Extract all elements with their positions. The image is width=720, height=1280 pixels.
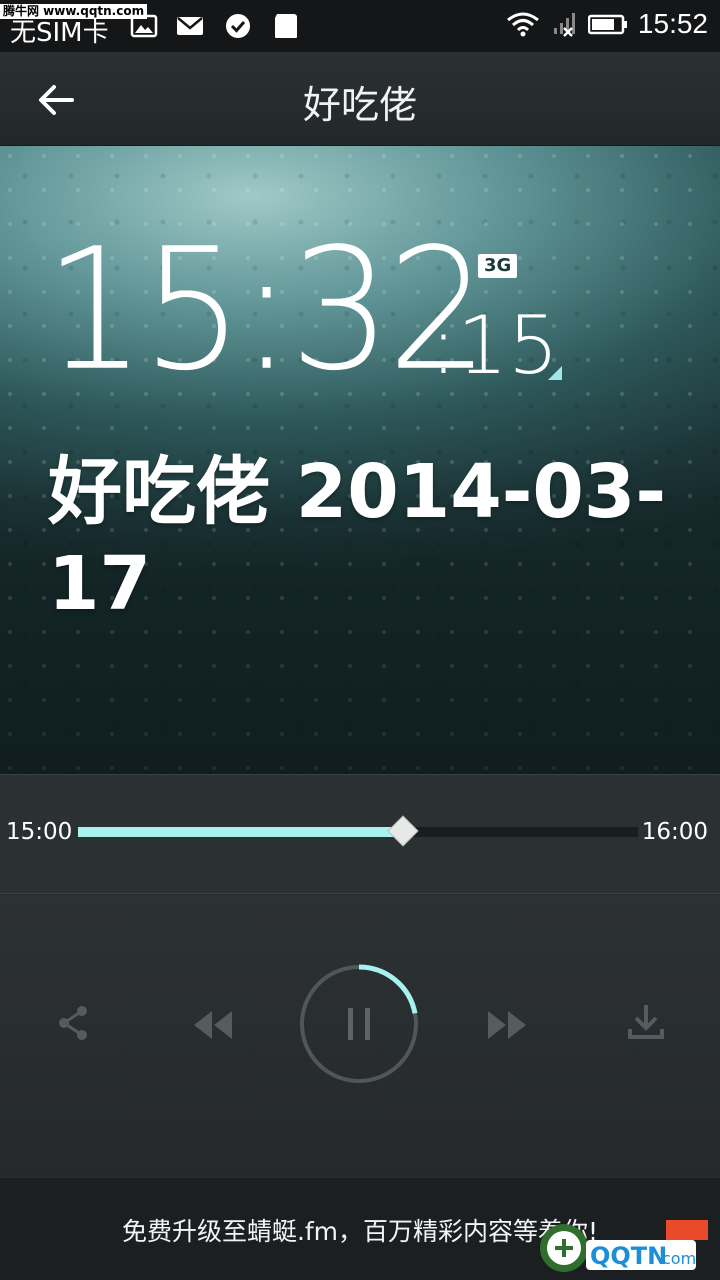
signal-icon [553,13,575,37]
mail-icon [177,17,203,35]
program-artwork: 15:32 3G :15 好吃佬 2014-03-17 [0,146,720,774]
start-time: 15:00 [6,819,73,845]
battery-icon [587,14,627,35]
app-bar: 好吃佬 [0,52,720,146]
progress-track[interactable] [78,815,638,847]
signal-triangle [548,366,562,380]
status-right: 15:52 [506,8,708,40]
playback-progress: 15:00 16:00 [0,774,720,894]
check-circle-icon [226,14,250,38]
player-controls [0,895,720,1177]
sd-card-icon [275,14,297,38]
download-icon[interactable] [626,1001,666,1043]
image-icon [130,14,158,38]
rewind-icon[interactable] [190,1007,236,1043]
network-badge: 3G [478,254,518,278]
end-time: 16:00 [641,819,708,845]
wifi-icon [506,12,539,37]
progress-thumb[interactable] [387,815,419,847]
status-clock: 15:52 [637,8,708,39]
progress-fill [78,827,403,837]
watermark-logo: QQTN com [540,1220,708,1272]
clock-seconds: :15 [430,299,559,392]
fast-forward-icon[interactable] [484,1007,530,1043]
upgrade-banner[interactable]: 免费升级至蜻蜓.fm，百万精彩内容等着你! QQTN com [0,1178,720,1280]
svg-text:QQTN: QQTN [590,1242,667,1270]
pause-icon[interactable] [298,963,420,1085]
status-bar: 无SIM卡 腾牛网 www.qqtn.com 15:52 [0,0,720,52]
svg-text:com: com [662,1249,696,1268]
share-icon[interactable] [54,1003,92,1043]
page-title: 好吃佬 [302,83,417,127]
clock-hours-minutes: 15:32 [44,211,489,408]
program-title: 好吃佬 2014-03-17 [48,449,667,627]
watermark-text: 腾牛网 www.qqtn.com [0,4,148,19]
